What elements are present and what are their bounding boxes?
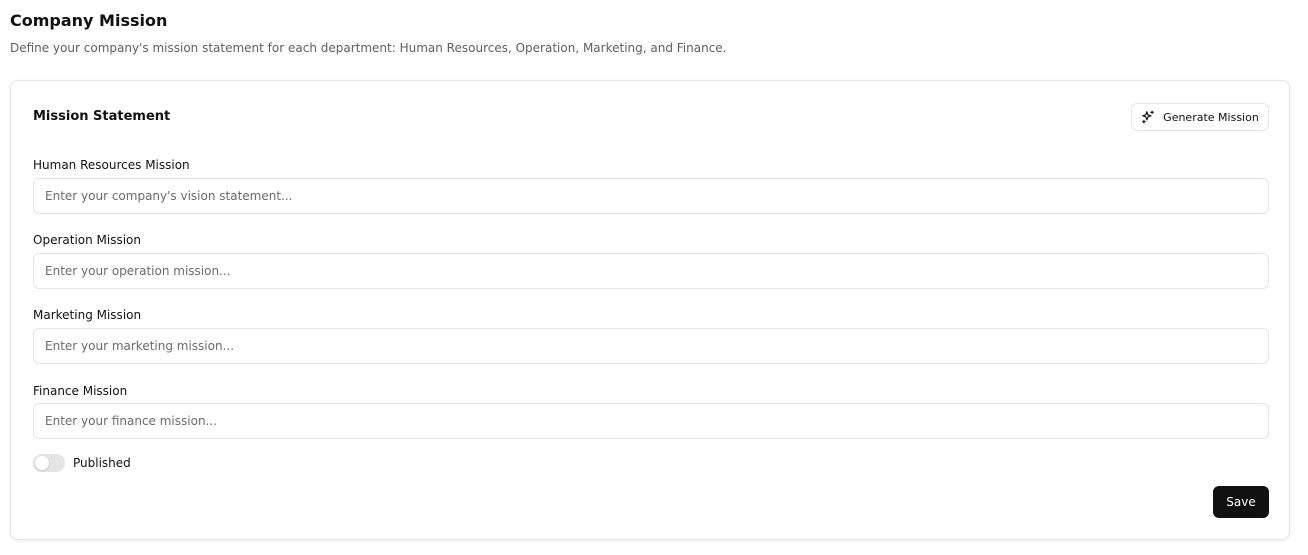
finance-mission-label: Finance Mission [33, 384, 128, 398]
generate-mission-button[interactable]: Generate Mission [1131, 103, 1269, 131]
save-button[interactable]: Save [1213, 486, 1269, 518]
page-subtitle: Define your company's mission statement … [10, 41, 727, 55]
mission-statement-card: Mission Statement Generate Mission Human… [10, 80, 1290, 540]
marketing-mission-label: Marketing Mission [33, 308, 142, 322]
marketing-mission-input[interactable] [33, 328, 1269, 364]
page-title: Company Mission [10, 11, 168, 30]
sparkles-icon [1142, 110, 1155, 124]
published-label: Published [73, 456, 131, 470]
page-header: Company Mission Define your company's mi… [10, 10, 1290, 56]
hr-mission-label: Human Resources Mission [33, 158, 190, 172]
generate-mission-label: Generate Mission [1163, 110, 1259, 124]
published-toggle-row: Published [33, 453, 131, 473]
operation-mission-input[interactable] [33, 253, 1269, 289]
toggle-knob [35, 456, 49, 470]
finance-mission-input[interactable] [33, 403, 1269, 439]
published-toggle[interactable] [33, 454, 65, 472]
hr-mission-input[interactable] [33, 178, 1269, 214]
operation-mission-label: Operation Mission [33, 233, 142, 247]
card-title: Mission Statement [33, 109, 171, 124]
